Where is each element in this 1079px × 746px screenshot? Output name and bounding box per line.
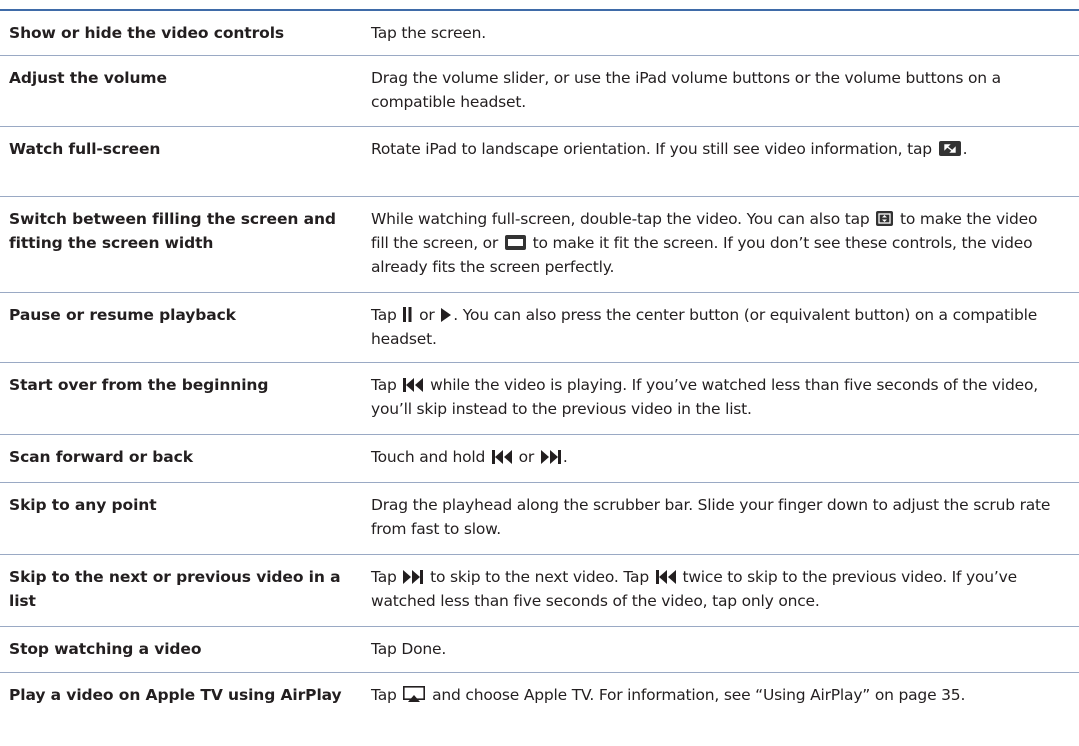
action-description: Tap Done. [371, 640, 447, 658]
action-description: Tap to skip to the next video. Tap twice… [371, 568, 1017, 610]
table-row: Play a video on Apple TV using AirPlay T… [0, 672, 1079, 744]
action-label: Start over from the beginning [9, 376, 269, 394]
action-label: Play a video on Apple TV using AirPlay [9, 686, 342, 704]
action-description: Touch and hold or . [371, 448, 568, 466]
action-description: While watching full-screen, double-tap t… [371, 210, 1038, 276]
fullscreen-icon [938, 141, 961, 156]
previous-icon [655, 570, 676, 584]
fill-screen-icon [876, 211, 894, 226]
action-label: Watch full-screen [9, 140, 161, 158]
previous-icon [491, 450, 512, 464]
action-label: Skip to any point [9, 496, 157, 514]
next-icon [540, 450, 561, 464]
previous-icon [403, 378, 424, 392]
table-row: Skip to any point Drag the playhead alon… [0, 482, 1079, 554]
fit-screen-icon [504, 235, 526, 250]
table-row: Switch between filling the screen and fi… [0, 196, 1079, 292]
action-description: Drag the volume slider, or use the iPad … [371, 69, 1001, 111]
action-description: Rotate iPad to landscape orientation. If… [371, 140, 968, 158]
action-description: Tap the screen. [371, 24, 486, 42]
action-label: Stop watching a video [9, 640, 202, 658]
play-icon [441, 308, 452, 322]
action-label: Scan forward or back [9, 448, 193, 466]
airplay-icon [403, 686, 426, 702]
action-label: Skip to the next or previous video in a … [9, 568, 341, 610]
action-description: Drag the playhead along the scrubber bar… [371, 496, 1051, 538]
table-row: Pause or resume playback Tap or . You ca… [0, 292, 1079, 362]
table-row: Watch full-screen Rotate iPad to landsca… [0, 126, 1079, 196]
action-label: Pause or resume playback [9, 306, 236, 324]
pause-icon [403, 307, 412, 322]
next-icon [403, 570, 424, 584]
controls-table: Show or hide the video controls Tap the … [0, 9, 1079, 744]
table-row: Skip to the next or previous video in a … [0, 554, 1079, 626]
table-row: Start over from the beginning Tap while … [0, 362, 1079, 434]
action-label: Adjust the volume [9, 69, 167, 87]
action-label: Show or hide the video controls [9, 24, 285, 42]
action-label: Switch between filling the screen and fi… [9, 210, 336, 252]
table-row: Adjust the volume Drag the volume slider… [0, 55, 1079, 126]
action-description: Tap while the video is playing. If you’v… [371, 376, 1039, 418]
action-description: Tap and choose Apple TV. For information… [371, 686, 966, 704]
action-description: Tap or . You can also press the center b… [371, 306, 1038, 348]
table-row: Show or hide the video controls Tap the … [0, 9, 1079, 55]
table-row: Scan forward or back Touch and hold or . [0, 434, 1079, 482]
table-row: Stop watching a video Tap Done. [0, 626, 1079, 672]
